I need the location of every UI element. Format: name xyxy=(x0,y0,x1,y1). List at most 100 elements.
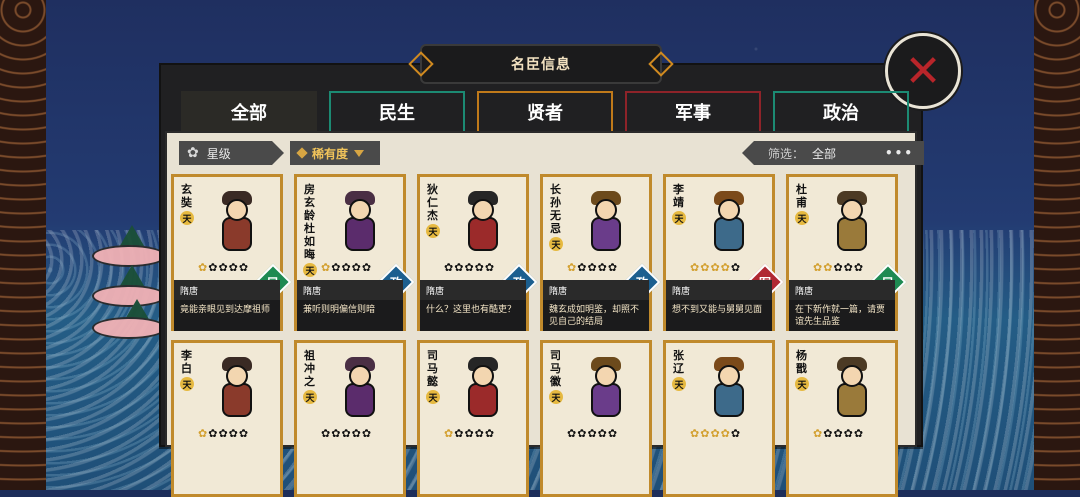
star-icon: ✿ xyxy=(587,427,598,440)
star-icon: ✿ xyxy=(454,261,465,274)
minister-portrait xyxy=(325,355,395,425)
portrait-head xyxy=(718,365,740,387)
minister-quote: 魏玄成如明鉴，却照不见自己的结局 xyxy=(543,300,649,331)
star-rating: ✿✿✿✿✿ xyxy=(321,427,372,440)
minister-card[interactable]: 司马徽天 ✿✿✿✿✿ xyxy=(540,340,652,497)
star-rating: ✿✿✿✿✿ xyxy=(567,261,618,274)
category-tabs: 全部 民生 贤者 军事 政治 xyxy=(181,91,909,133)
tier-badge: 天 xyxy=(549,237,563,251)
dynasty-label: 隋唐 xyxy=(666,280,772,300)
star-icon: ✿ xyxy=(474,427,485,440)
star-icon: ✿ xyxy=(853,427,865,440)
star-rating: ✿✿✿✿✿ xyxy=(444,427,495,440)
star-rating: ✿✿✿✿✿ xyxy=(321,261,372,274)
minister-card[interactable]: 房玄龄杜如晦天✿✿✿✿✿政隋唐兼听则明偏信则暗 xyxy=(294,174,415,331)
star-icon: ✿ xyxy=(464,261,475,274)
star-sort-button[interactable]: ✿ 星级 xyxy=(179,141,284,165)
island-rock xyxy=(92,245,166,267)
star-icon: ✿ xyxy=(187,145,199,161)
minister-name: 司马徽 xyxy=(550,349,561,388)
portrait-body xyxy=(468,217,498,251)
minister-card[interactable]: 司马懿天 ✿✿✿✿✿ xyxy=(417,340,529,497)
star-icon: ✿ xyxy=(607,261,619,274)
tab-politics[interactable]: 政治 xyxy=(773,91,909,133)
star-rating: ✿✿✿✿✿ xyxy=(690,261,741,274)
tab-all[interactable]: 全部 xyxy=(181,91,317,133)
minister-name: 李靖 xyxy=(673,183,684,209)
star-icon: ✿ xyxy=(361,261,373,274)
minister-portrait xyxy=(448,355,518,425)
star-rating: ✿✿✿✿✿ xyxy=(690,427,741,440)
star-icon: ✿ xyxy=(690,427,701,440)
tab-livelihood[interactable]: 民生 xyxy=(329,91,465,133)
minister-quote: 在下新作就一篇，请贾谊先生品鉴 xyxy=(789,300,895,331)
minister-name: 李白 xyxy=(181,349,192,375)
minister-portrait xyxy=(571,189,641,259)
star-icon: ✿ xyxy=(331,261,342,274)
minister-card[interactable]: 狄仁杰天✿✿✿✿✿政隋唐什么？这里也有酷吏？ xyxy=(417,174,538,331)
minister-card[interactable]: 杜甫天✿✿✿✿✿民隋唐在下新作就一篇，请贾谊先生品鉴 xyxy=(786,174,907,331)
tier-badge: 天 xyxy=(795,377,809,391)
star-icon: ✿ xyxy=(361,427,373,440)
star-icon: ✿ xyxy=(813,427,824,440)
portrait-head xyxy=(841,199,863,221)
minister-name: 玄奘 xyxy=(181,183,192,209)
star-icon: ✿ xyxy=(577,261,588,274)
island-rock xyxy=(92,317,166,339)
star-icon: ✿ xyxy=(444,261,455,274)
portrait-body xyxy=(837,383,867,417)
tab-sages[interactable]: 贤者 xyxy=(477,91,613,133)
star-sort-label: 星级 xyxy=(206,146,231,161)
minister-portrait xyxy=(817,189,887,259)
rarity-sort-button[interactable]: 稀有度 xyxy=(290,141,380,165)
star-rating: ✿✿✿✿✿ xyxy=(567,427,618,440)
star-icon: ✿ xyxy=(853,261,865,274)
minister-card[interactable]: 杨戬天 ✿✿✿✿✿ xyxy=(786,340,898,497)
tier-badge: 天 xyxy=(672,377,686,391)
star-icon: ✿ xyxy=(474,261,485,274)
minister-portrait xyxy=(694,355,764,425)
minister-card[interactable]: 玄奘天✿✿✿✿✿民隋唐竟能亲眼见到达摩祖师 xyxy=(171,174,292,331)
island-rock xyxy=(92,285,166,307)
portrait-body xyxy=(345,217,375,251)
star-icon: ✿ xyxy=(710,261,721,274)
star-icon: ✿ xyxy=(577,427,588,440)
portrait-body xyxy=(345,383,375,417)
minister-card[interactable]: 长孙无忌天✿✿✿✿✿政隋唐魏玄成如明鉴，却照不见自己的结局 xyxy=(540,174,661,331)
tier-badge: 天 xyxy=(303,390,317,404)
portrait-body xyxy=(222,217,252,251)
tier-badge: 天 xyxy=(795,211,809,225)
dynasty-label: 隋唐 xyxy=(174,280,280,300)
minister-card[interactable]: 张辽天 ✿✿✿✿✿ xyxy=(663,340,775,497)
star-icon: ✿ xyxy=(720,427,731,440)
left-border-decoration xyxy=(0,0,46,490)
filter-value: 全部 xyxy=(812,146,837,161)
star-icon: ✿ xyxy=(464,427,475,440)
star-icon: ✿ xyxy=(228,427,239,440)
minister-portrait xyxy=(571,355,641,425)
minister-name: 房玄龄杜如晦 xyxy=(304,183,315,261)
panel-title: 名臣信息 xyxy=(420,44,662,84)
star-rating: ✿✿✿✿✿ xyxy=(198,427,249,440)
minister-card[interactable]: 李靖天✿✿✿✿✿军隋唐想不到又能与舅舅见面 xyxy=(663,174,784,331)
star-icon: ✿ xyxy=(833,261,844,274)
filter-prefix: 筛选： xyxy=(768,146,805,161)
minister-card[interactable]: 李白天 ✿✿✿✿✿ xyxy=(171,340,283,497)
star-icon: ✿ xyxy=(341,427,352,440)
minister-card[interactable]: 祖冲之天 ✿✿✿✿✿ xyxy=(294,340,406,497)
tab-military[interactable]: 军事 xyxy=(625,91,761,133)
minister-card-grid: 玄奘天✿✿✿✿✿民隋唐竟能亲眼见到达摩祖师房玄龄杜如晦天✿✿✿✿✿政隋唐兼听则明… xyxy=(171,174,907,497)
tier-badge: 天 xyxy=(672,211,686,225)
portrait-body xyxy=(714,217,744,251)
tier-badge: 天 xyxy=(426,224,440,238)
minister-name: 杨戬 xyxy=(796,349,807,375)
star-icon: ✿ xyxy=(843,261,854,274)
star-icon: ✿ xyxy=(690,261,701,274)
filter-dropdown[interactable]: 筛选： 全部 ••• xyxy=(742,141,924,165)
star-icon: ✿ xyxy=(710,427,721,440)
more-options-icon[interactable]: ••• xyxy=(885,146,914,160)
star-rating: ✿✿✿✿✿ xyxy=(198,261,249,274)
star-icon: ✿ xyxy=(823,261,834,274)
minister-name: 祖冲之 xyxy=(304,349,315,388)
star-icon: ✿ xyxy=(198,427,209,440)
